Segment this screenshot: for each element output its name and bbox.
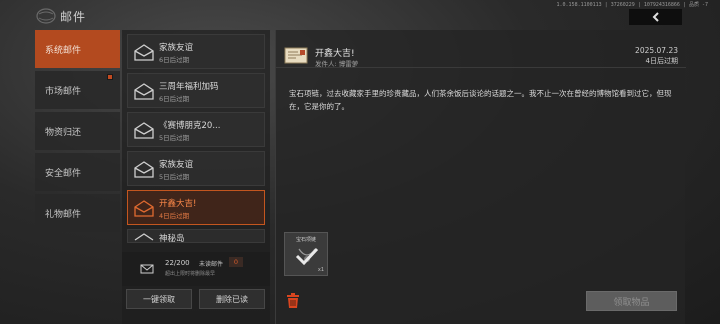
attachment-qty: x1	[317, 267, 324, 273]
list-item-selected[interactable]: 开鑫大吉! 4日后过期	[127, 190, 265, 225]
category-sidebar: 系统邮件 市场邮件 物资归还 安全邮件 礼物邮件	[35, 30, 120, 235]
version-text: 1.0.158.1100113 | 37260229 | 10792431686…	[556, 2, 708, 8]
mail-detail-header: 开鑫大吉! 发件人: 博雷萝 2025.07.23 4日后过期	[276, 30, 686, 68]
mail-count: 22/200	[165, 259, 190, 267]
claim-items-label: 领取物品	[613, 297, 650, 308]
globe-icon	[36, 8, 56, 24]
attachment-item[interactable]: 宝石项链 x1	[284, 232, 328, 276]
delete-read-button[interactable]: 删除已读	[199, 289, 265, 309]
claim-all-label: 一键领取	[143, 294, 175, 304]
unread-count-badge: 0	[229, 257, 243, 267]
mail-expiry: 5日后过期	[159, 134, 190, 142]
mail-detail-panel: 开鑫大吉! 发件人: 博雷萝 2025.07.23 4日后过期 宝石项链，过去收…	[275, 30, 686, 324]
mail-sender: 发件人: 博雷萝	[315, 58, 358, 68]
mail-expiry-detail: 4日后过期	[645, 57, 678, 65]
mail-title: 家族友谊	[159, 160, 194, 170]
mail-title: 三周年福利加码	[159, 82, 219, 92]
unread-label: 未读邮件	[199, 261, 224, 268]
sender-label: 发件人:	[315, 60, 337, 68]
envelope-open-icon	[134, 83, 154, 100]
mail-title: 家族友谊	[159, 43, 194, 53]
envelope-open-icon	[134, 122, 154, 139]
mail-list[interactable]: 家族友谊 6日后过期 三周年福利加码 6日后过期 《赛博朋克20... 5日后过…	[127, 30, 265, 250]
mail-count-bar: 22/200 未读邮件 0 超出上限时将删除最早	[122, 252, 270, 286]
sidebar-item-security-mail[interactable]: 安全邮件	[35, 153, 120, 191]
mail-list-panel: 家族友谊 6日后过期 三周年福利加码 6日后过期 《赛博朋克20... 5日后过…	[122, 30, 270, 324]
unread-dot	[107, 74, 113, 80]
list-item[interactable]: 家族友谊 6日后过期	[127, 34, 265, 69]
mail-expiry: 6日后过期	[159, 56, 190, 64]
mail-title: 开鑫大吉!	[159, 199, 197, 209]
list-item[interactable]: 神秘岛	[127, 229, 265, 244]
mail-date: 2025.07.23	[635, 46, 678, 55]
attachment-label: 宝石项链	[295, 237, 316, 243]
claim-items-button[interactable]: 领取物品	[586, 291, 677, 311]
list-item[interactable]: 三周年福利加码 6日后过期	[127, 73, 265, 108]
capacity-hint: 超出上限时将删除最早	[165, 271, 216, 277]
mail-expiry: 6日后过期	[159, 95, 190, 103]
sidebar-item-market-mail[interactable]: 市场邮件	[35, 71, 120, 109]
envelope-open-icon	[134, 44, 154, 61]
sidebar-item-label: 安全邮件	[45, 168, 82, 179]
claim-all-button[interactable]: 一键领取	[126, 289, 192, 309]
claimed-check-icon	[295, 247, 319, 266]
mail-body: 宝石项链，过去收藏家手里的珍贵藏品，人们茶余饭后谈论的话题之一。我不止一次在曾经…	[289, 89, 672, 111]
chevron-left-icon	[652, 12, 659, 22]
sidebar-item-label: 物资归还	[45, 127, 82, 138]
envelope-open-icon	[134, 161, 154, 178]
delete-read-label: 删除已读	[216, 294, 248, 304]
letter-icon	[284, 47, 308, 64]
sidebar-item-label: 系统邮件	[45, 45, 82, 56]
mail-title: 神秘岛	[159, 234, 185, 244]
sidebar-item-system-mail[interactable]: 系统邮件	[35, 30, 120, 68]
sidebar-item-supply-return[interactable]: 物资归还	[35, 112, 120, 150]
envelope-open-icon	[134, 233, 154, 241]
sidebar-item-label: 礼物邮件	[45, 209, 82, 220]
list-item[interactable]: 《赛博朋克20... 5日后过期	[127, 112, 265, 147]
trash-icon[interactable]	[286, 293, 300, 309]
mail-title: 《赛博朋克20...	[159, 121, 221, 131]
page-title: 邮件	[60, 10, 87, 24]
envelope-icon	[140, 264, 154, 274]
top-bar: 邮件 1.0.158.1100113 | 37260229 | 10792431…	[0, 0, 720, 30]
back-button[interactable]	[629, 9, 682, 25]
mail-expiry: 5日后过期	[159, 173, 190, 181]
sender-name: 博雷萝	[338, 60, 359, 68]
mail-expiry: 4日后过期	[159, 212, 190, 220]
sidebar-item-label: 市场邮件	[45, 86, 82, 97]
list-item[interactable]: 家族友谊 5日后过期	[127, 151, 265, 186]
envelope-open-icon	[134, 200, 154, 217]
sidebar-item-gift-mail[interactable]: 礼物邮件	[35, 194, 120, 232]
